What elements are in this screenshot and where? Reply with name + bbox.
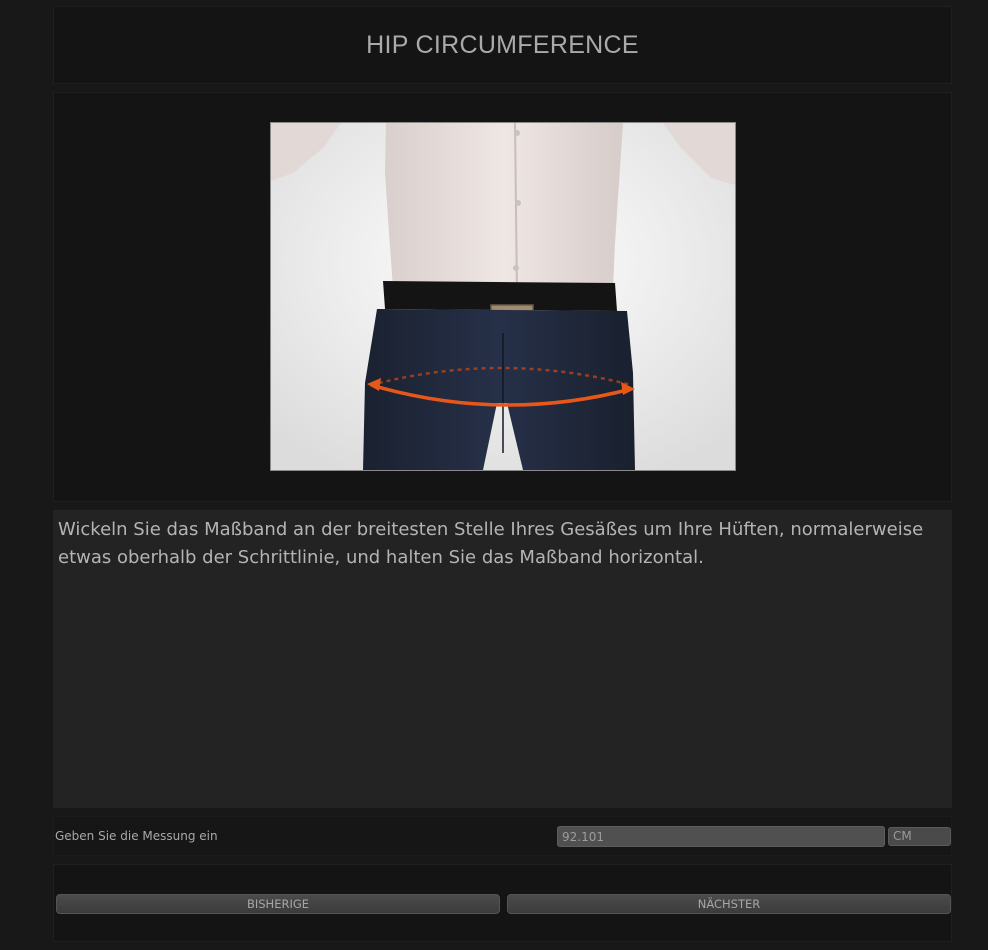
measurement-row: Geben Sie die Messung ein CM [53,816,952,856]
instructions-text: Wickeln Sie das Maßband an der breiteste… [58,519,924,568]
previous-button[interactable]: BISHERIGE [56,894,500,914]
next-button[interactable]: NÄCHSTER [507,894,951,914]
measurement-label: Geben Sie die Messung ein [55,829,218,843]
measurement-input[interactable] [557,826,885,847]
image-panel [53,92,952,502]
title-panel: HIP CIRCUMFERENCE [53,6,952,84]
navigation-panel: BISHERIGE NÄCHSTER [53,864,952,942]
instructions-panel: Wickeln Sie das Maßband an der breiteste… [53,510,952,808]
page-title: HIP CIRCUMFERENCE [366,30,639,59]
unit-select[interactable]: CM [888,827,951,846]
app-page: HIP CIRCUMFERENCE Wickeln Sie das Maßban… [0,0,988,950]
hip-measurement-photo [270,122,736,471]
